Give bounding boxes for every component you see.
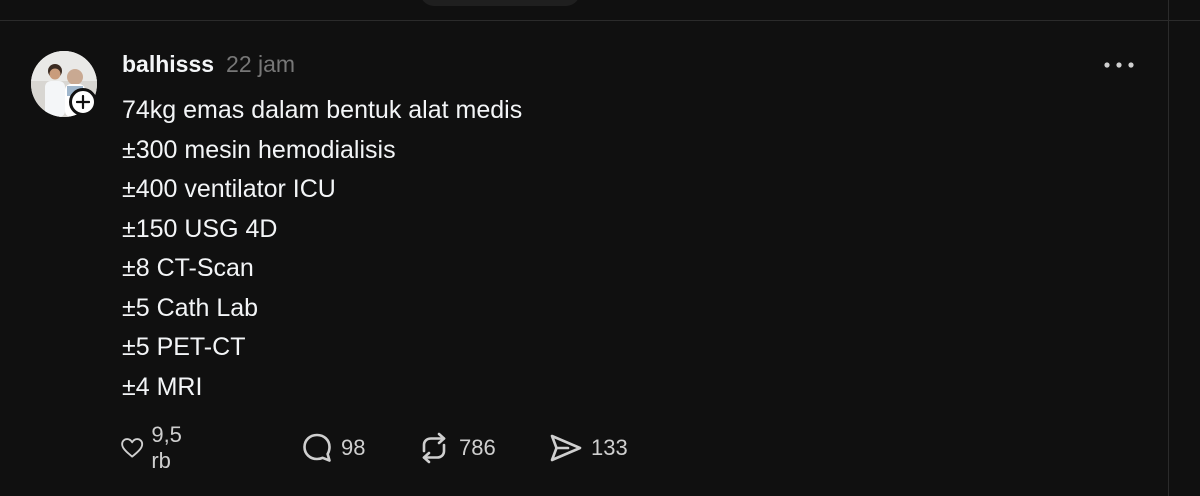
like-count: 9,5 rb bbox=[151, 422, 182, 473]
repost-button[interactable]: 786 bbox=[416, 428, 496, 468]
avatar-container[interactable] bbox=[31, 51, 97, 117]
divider bbox=[0, 20, 1200, 21]
divider-vertical bbox=[1168, 0, 1169, 496]
username-link[interactable]: balhisss bbox=[122, 51, 214, 78]
post-card: balhisss 22 jam 74kg emas dalam bentuk a… bbox=[0, 0, 1200, 496]
send-icon bbox=[550, 434, 582, 462]
post-text-line: ±5 Cath Lab bbox=[122, 293, 259, 322]
post-text-line: ±400 ventilator ICU bbox=[122, 175, 336, 203]
share-button[interactable]: 133 bbox=[548, 428, 628, 468]
like-button[interactable]: 9,5 rb bbox=[120, 422, 192, 473]
post-text-line: ±5 PET-CT bbox=[122, 333, 246, 361]
repost-count: 786 bbox=[459, 435, 496, 460]
heart-icon bbox=[121, 438, 144, 458]
post-text-line: 74kg emas dalam bentuk alat medis bbox=[122, 96, 523, 124]
post-timestamp[interactable]: 22 jam bbox=[226, 51, 295, 78]
post-text-line: ±300 mesin hemodialisis bbox=[122, 135, 396, 164]
reply-button[interactable]: 98 bbox=[300, 428, 365, 468]
top-tab-handle bbox=[420, 0, 580, 6]
post-body: 74kg emas dalam bentuk alat medis ±300 m… bbox=[122, 91, 522, 407]
post-text-line: ±8 CT-Scan bbox=[122, 254, 254, 282]
post-header: balhisss 22 jam bbox=[122, 51, 295, 81]
reply-count: 98 bbox=[341, 435, 366, 460]
more-options-button[interactable] bbox=[1100, 56, 1138, 74]
repost-arrows-icon bbox=[422, 432, 446, 464]
more-horizontal-icon bbox=[1104, 62, 1134, 68]
follow-button[interactable] bbox=[69, 88, 97, 116]
post-text-line: ±4 MRI bbox=[122, 372, 203, 401]
comment-bubble-icon bbox=[303, 433, 331, 462]
post-text-line: ±150 USG 4D bbox=[122, 214, 278, 243]
share-count: 133 bbox=[591, 435, 628, 460]
plus-icon bbox=[76, 95, 90, 109]
